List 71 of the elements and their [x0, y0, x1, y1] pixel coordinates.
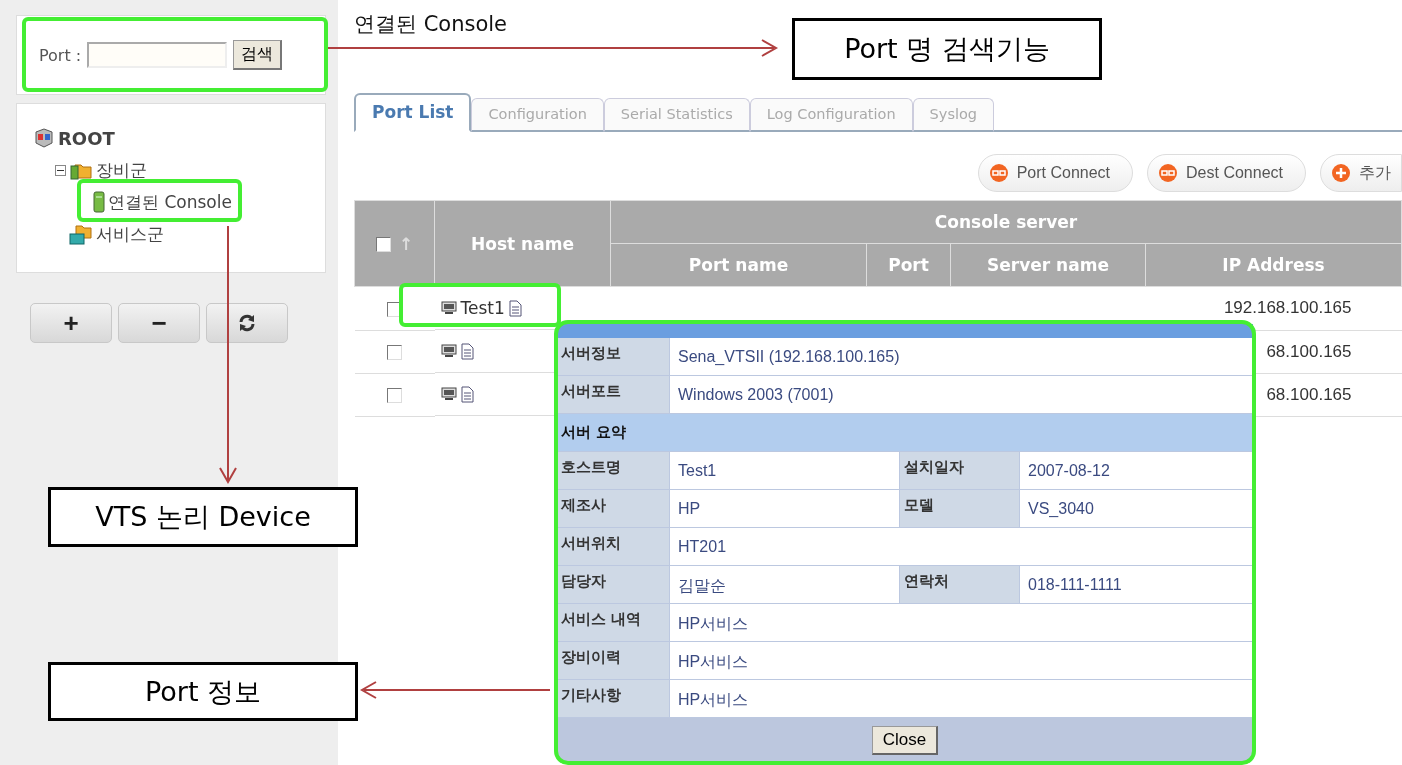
remove-button[interactable]: −: [118, 303, 200, 343]
field-label: 설치일자: [899, 452, 1019, 489]
field-value: HT201: [669, 528, 1253, 565]
field-label: 담당자: [557, 566, 669, 603]
computer-icon: [33, 127, 55, 149]
tree-item[interactable]: 장비군: [96, 158, 147, 182]
tree-item[interactable]: 연결된 Console: [108, 190, 232, 214]
field-label: 서버포트: [557, 376, 669, 413]
ip-address: 192.168.100.165: [1223, 298, 1352, 318]
field-label: 모델: [899, 490, 1019, 527]
field-label: 서버위치: [557, 528, 669, 565]
header-cell: Port: [866, 243, 951, 287]
row-checkbox[interactable]: [387, 345, 402, 360]
action-button[interactable]: Dest Connect: [1147, 154, 1306, 192]
host-name[interactable]: Test1: [460, 298, 505, 318]
field-value: Sena_VTSII (192.168.100.165): [669, 338, 1253, 375]
field-value: HP서비스: [669, 680, 1253, 717]
field-label: 기타사항: [557, 680, 669, 717]
document-icon[interactable]: [460, 342, 474, 360]
field-label: 제조사: [557, 490, 669, 527]
field-value: HP: [669, 490, 899, 527]
action-button[interactable]: Port Connect: [977, 154, 1134, 192]
field-value: 김말순: [669, 566, 899, 603]
field-label: 호스트명: [557, 452, 669, 489]
monitor-icon: [440, 344, 457, 358]
callout-label: Port 정보: [48, 662, 358, 721]
section-heading: 서버 요약: [560, 422, 628, 443]
tree-item[interactable]: 서비스군: [96, 222, 164, 246]
header-cell: Port name: [610, 243, 867, 287]
field-value: 2007-08-12: [1019, 452, 1253, 489]
field-value: Windows 2003 (7001): [669, 376, 1253, 413]
port-input-field[interactable]: [87, 42, 228, 68]
field-value: Test1: [669, 452, 899, 489]
row-checkbox[interactable]: [387, 388, 402, 403]
callout-label: VTS 논리 Device: [48, 487, 358, 547]
connector-icon: [988, 163, 1009, 183]
action-button[interactable]: 추가: [1320, 154, 1402, 192]
field-value: VS_3040: [1019, 490, 1253, 527]
add-button[interactable]: +: [30, 303, 112, 343]
ip-address: 68.100.165: [1266, 384, 1352, 404]
document-icon[interactable]: [460, 385, 474, 403]
refresh-button[interactable]: [206, 303, 288, 343]
ip-address: 68.100.165: [1266, 341, 1352, 361]
monitor-icon: [440, 387, 457, 401]
field-label: 장비이력: [557, 642, 669, 679]
refresh-icon: [237, 313, 257, 333]
field-value: HP서비스: [669, 604, 1253, 641]
monitor-icon: [440, 301, 457, 315]
close-button[interactable]: Close: [871, 726, 939, 755]
port-label: Port :: [39, 45, 82, 65]
select-all-checkbox[interactable]: [375, 237, 391, 252]
header-cell: IP Address: [1145, 243, 1402, 287]
collapse-toggle[interactable]: [55, 164, 66, 176]
header-cell: Console server: [610, 200, 1402, 244]
page-title: 연결된 Console: [354, 11, 508, 38]
tab[interactable]: Port List: [354, 93, 472, 132]
server-icon: [93, 191, 105, 213]
field-label: 연락처: [899, 566, 1019, 603]
plus-icon: [1331, 163, 1351, 183]
callout-label: Port 명 검색기능: [792, 18, 1102, 80]
header-cell: Host name: [434, 200, 611, 287]
field-label: 서버정보: [557, 338, 669, 375]
field-value: 018-111-1111: [1019, 566, 1253, 603]
field-label: 서비스 내역: [557, 604, 669, 641]
search-button[interactable]: 검색: [233, 40, 283, 70]
connector-icon: [1158, 163, 1179, 183]
tree-item[interactable]: ROOT: [58, 127, 115, 149]
header-cell: Server name: [950, 243, 1146, 287]
document-icon[interactable]: [508, 299, 522, 317]
folder-icon: [69, 223, 93, 245]
field-value: HP서비스: [669, 642, 1253, 679]
